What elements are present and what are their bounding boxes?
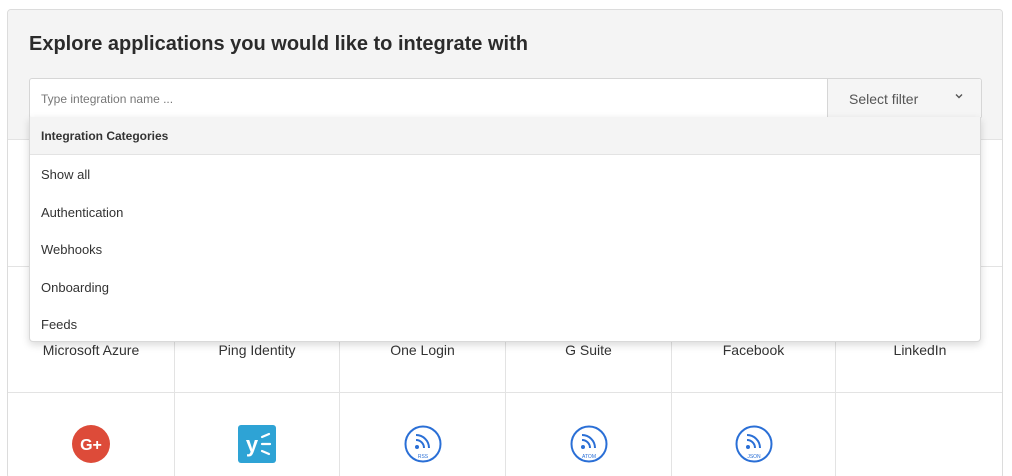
filter-dropdown-menu: Integration Categories Show all Authenti… [29, 117, 981, 342]
tile-label: Ping Identity [218, 342, 296, 358]
page-title: Explore applications you would like to i… [29, 33, 528, 55]
google-plus-icon: G+ [72, 425, 110, 463]
select-filter-button[interactable]: Select filter [827, 79, 981, 118]
grid-row: G+ y RSS ATOM JSON [8, 393, 1002, 476]
rss-feed-icon: RSS [404, 425, 441, 463]
svg-text:JSON: JSON [747, 454, 761, 460]
integration-tile-atom[interactable]: ATOM [506, 393, 672, 476]
dropdown-item-onboarding[interactable]: Onboarding [30, 268, 980, 306]
tile-label: One Login [390, 342, 455, 358]
integration-tile-google-plus[interactable]: G+ [8, 393, 175, 476]
dropdown-header: Integration Categories [30, 117, 980, 155]
svg-text:ATOM: ATOM [582, 454, 596, 460]
atom-feed-icon: ATOM [570, 425, 607, 463]
tile-label: G Suite [565, 342, 612, 358]
json-feed-icon: JSON [735, 425, 772, 463]
dropdown-item-webhooks[interactable]: Webhooks [30, 230, 980, 268]
integration-tile-yammer[interactable]: y [175, 393, 340, 476]
tile-label: Microsoft Azure [42, 342, 140, 358]
dropdown-item-authentication[interactable]: Authentication [30, 193, 980, 231]
search-input[interactable] [30, 79, 827, 118]
search-bar: Select filter [29, 78, 982, 119]
svg-text:y: y [246, 432, 259, 457]
dropdown-item-show-all[interactable]: Show all [30, 155, 980, 193]
tile-label: LinkedIn [893, 342, 947, 358]
integration-tile-json[interactable]: JSON [672, 393, 836, 476]
svg-text:G+: G+ [80, 437, 102, 454]
integration-tile-rss[interactable]: RSS [340, 393, 506, 476]
yammer-icon: y [238, 425, 276, 463]
tile-label: Facebook [722, 342, 785, 358]
chevron-down-icon [955, 94, 963, 99]
integration-tile-empty [836, 393, 1002, 476]
select-filter-label: Select filter [849, 91, 919, 107]
svg-text:RSS: RSS [417, 454, 428, 460]
dropdown-item-feeds[interactable]: Feeds [30, 305, 980, 343]
